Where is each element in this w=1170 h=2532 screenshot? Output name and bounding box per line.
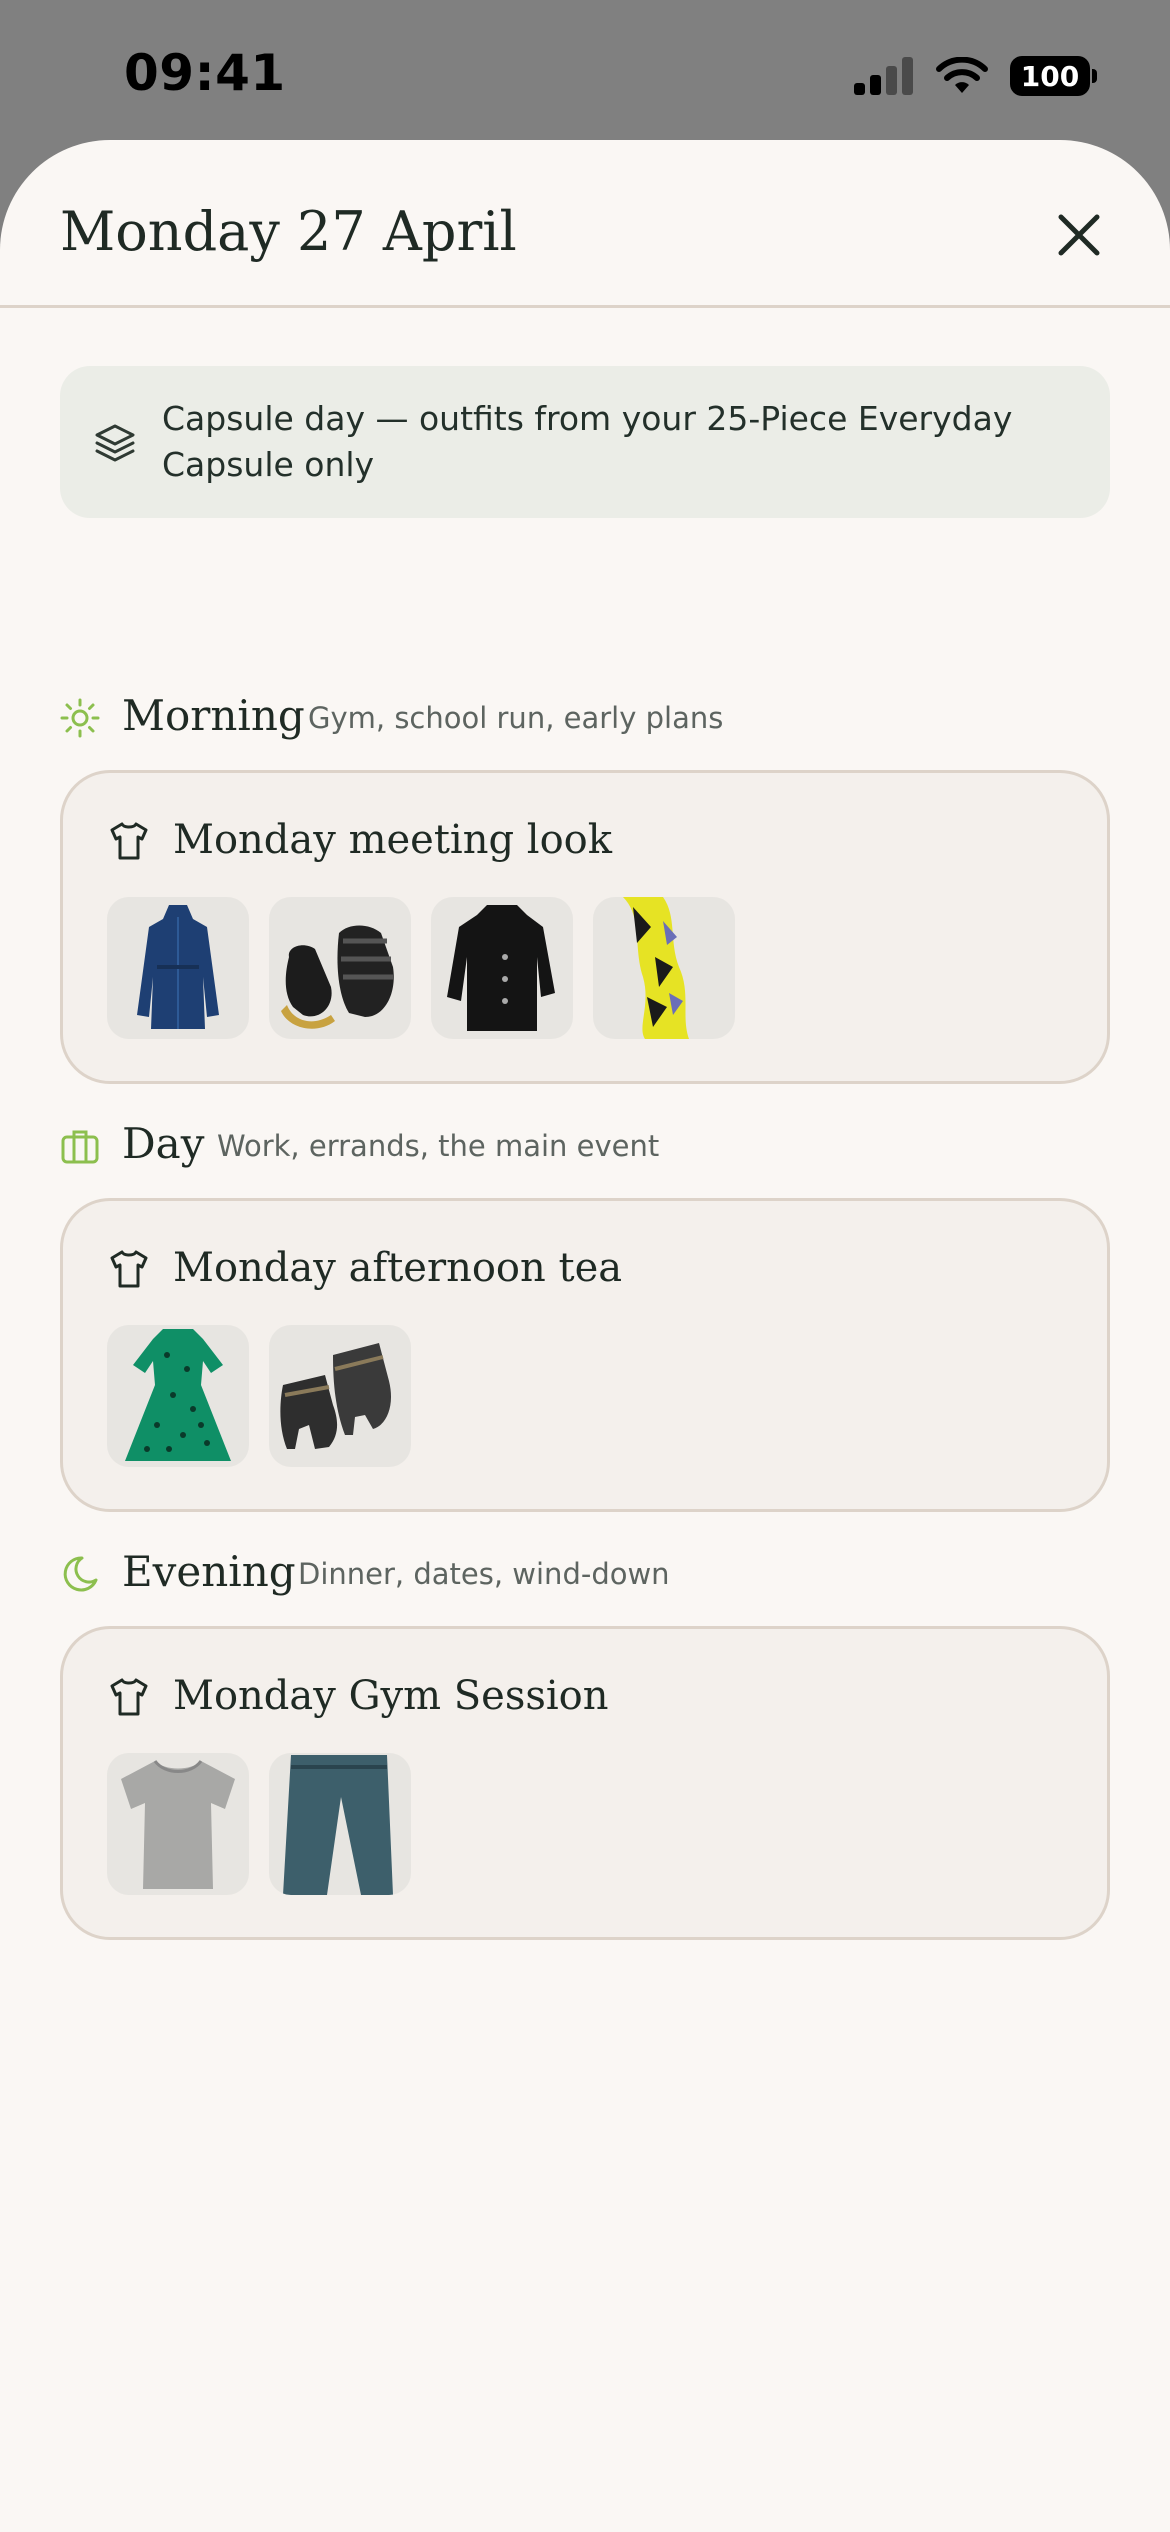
outfit-items	[107, 1753, 411, 1895]
yellow-scarf-image	[623, 897, 689, 1039]
close-icon	[1058, 214, 1100, 256]
status-time: 09:41	[124, 44, 286, 102]
outfit-items	[107, 1325, 411, 1467]
status-bar: 09:41 100	[0, 0, 1170, 140]
item-thumbnail-yellow-scarf[interactable]	[593, 897, 735, 1039]
section-title-evening: Evening	[122, 1547, 296, 1596]
section-subtitle-day: Work, errands, the main event	[217, 1129, 660, 1163]
signal-icon	[854, 57, 913, 95]
page-title: Monday 27 April	[60, 200, 517, 263]
outfit-card-day[interactable]: Monday afternoon tea	[60, 1198, 1110, 1512]
blue-jeans-image	[283, 1755, 393, 1895]
battery-icon: 100	[1010, 56, 1097, 96]
item-thumbnail-ankle-boots[interactable]	[269, 1325, 411, 1467]
capsule-banner: Capsule day — outfits from your 25-Piece…	[60, 366, 1110, 518]
green-dress-image	[125, 1329, 231, 1461]
status-icons: 100	[854, 56, 1097, 96]
outfit-card-evening[interactable]: Monday Gym Session	[60, 1626, 1110, 1940]
outfit-name: Monday afternoon tea	[173, 1245, 623, 1291]
section-title-morning: Morning	[122, 691, 305, 740]
denim-dress-image	[137, 905, 219, 1029]
black-sandals-image	[281, 925, 394, 1029]
item-thumbnail-black-sandals[interactable]	[269, 897, 411, 1039]
section-title-day: Day	[122, 1119, 205, 1168]
shirt-icon	[110, 1250, 148, 1288]
item-thumbnail-blue-jeans[interactable]	[269, 1753, 411, 1895]
layers-icon	[95, 424, 135, 462]
sun-icon	[60, 698, 100, 738]
outfit-name: Monday meeting look	[173, 817, 612, 863]
outfit-card-morning[interactable]: Monday meeting look	[60, 770, 1110, 1084]
outfit-name: Monday Gym Session	[173, 1673, 609, 1719]
day-content: Capsule day — outfits from your 25-Piece…	[60, 366, 1110, 1940]
shirt-icon	[110, 822, 148, 860]
day-sheet: Monday 27 April Capsule day — outfits fr…	[0, 140, 1170, 2532]
outfit-items	[107, 897, 735, 1039]
grey-tshirt-image	[121, 1759, 235, 1889]
briefcase-icon	[61, 1130, 99, 1164]
item-thumbnail-denim-dress[interactable]	[107, 897, 249, 1039]
item-thumbnail-green-dress[interactable]	[107, 1325, 249, 1467]
capsule-banner-text: Capsule day — outfits from your 25-Piece…	[162, 399, 1013, 484]
battery-level: 100	[1020, 59, 1080, 93]
black-coat-image	[447, 905, 555, 1031]
ankle-boots-image	[280, 1343, 392, 1449]
section-subtitle-evening: Dinner, dates, wind-down	[298, 1557, 670, 1591]
wifi-icon	[936, 57, 988, 93]
item-thumbnail-black-coat[interactable]	[431, 897, 573, 1039]
sheet-header: Monday 27 April	[0, 140, 1170, 308]
item-thumbnail-grey-tshirt[interactable]	[107, 1753, 249, 1895]
shirt-icon	[110, 1678, 148, 1716]
moon-icon	[63, 1556, 98, 1592]
close-button[interactable]	[1054, 210, 1104, 260]
section-subtitle-morning: Gym, school run, early plans	[308, 701, 724, 735]
